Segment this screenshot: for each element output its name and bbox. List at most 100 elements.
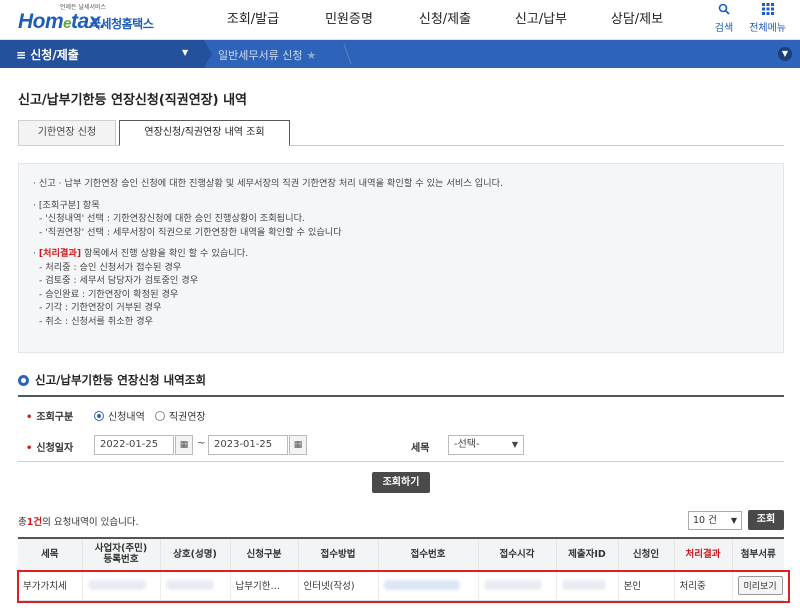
bullet-icon <box>18 374 29 386</box>
nav-apply[interactable]: 신청/제출 <box>397 0 493 40</box>
count-suffix: 의 요청내역이 있습니다. <box>42 517 139 528</box>
menu-dropdown-label: ≡ 신청/제출 <box>16 48 79 62</box>
radio-application-history[interactable] <box>94 410 104 421</box>
col-header: 사업자(주민) 등록번호 <box>81 537 160 571</box>
col-header: 신청구분 <box>229 537 298 571</box>
info-line: - 승인완료 : 기한연장이 확정된 경우 <box>39 288 179 300</box>
info-line-rest: 항목에서 진행 상황을 확인 할 수 있습니다. <box>81 248 249 259</box>
col-header: 처리결과 <box>673 537 732 571</box>
calendar-icon[interactable]: ▦ <box>175 435 193 455</box>
cell-receipt-time <box>477 570 556 601</box>
redacted-value <box>165 580 214 590</box>
date-from-input[interactable]: 2022-01-25 <box>94 435 174 455</box>
info-line: · [조회구분] 항목 <box>33 199 100 211</box>
hometax-logo[interactable]: 언제든 날세서비스 Hometax. 국세청홈택스 <box>18 2 168 36</box>
all-menu-button[interactable]: 전체메뉴 <box>749 3 786 34</box>
cell-attach: 미리보기 <box>731 570 784 601</box>
count-prefix: 총 <box>18 517 27 528</box>
col-header: 접수번호 <box>377 537 478 571</box>
page-title: 신고/납부기한등 연장신청(직권연장) 내역 <box>18 93 248 108</box>
cell-result: 처리중 <box>673 570 732 601</box>
tax-select-value: -선택- <box>454 439 480 450</box>
star-icon[interactable]: ★ <box>306 49 316 62</box>
info-line: - 취소 : 신청서를 취소한 경우 <box>39 315 153 327</box>
triangle-down-icon: ▼ <box>182 48 189 57</box>
nav-inquiry[interactable]: 조회/발급 <box>205 0 301 40</box>
col-header: 제출자ID <box>555 537 618 571</box>
info-line: - 기각 : 기한연장이 거부된 경우 <box>39 302 162 313</box>
calendar-icon[interactable]: ▦ <box>289 435 307 455</box>
col-header: 신청인 <box>617 537 674 571</box>
utility-menu: 검색 전체메뉴 <box>715 3 786 34</box>
menu-dropdown[interactable]: ≡ 신청/제출 ▼ <box>0 40 204 68</box>
section-title: 신고/납부기한등 연장신청 내역조회 <box>18 372 206 388</box>
chevron-divider <box>204 40 212 68</box>
tab-bar: 기한연장 신청 연장신청/직권연장 내역 조회 <box>18 120 784 146</box>
type-radio-group: 신청내역 직권연장 <box>94 408 206 423</box>
logo-korean: 국세청홈택스 <box>90 17 154 31</box>
info-red-label: [처리결과] <box>38 248 82 259</box>
required-mark: • <box>26 412 33 423</box>
type-label-text: 조회구분 <box>36 412 74 423</box>
chevron-down-icon: ▼ <box>511 440 518 449</box>
info-line: · [처리결과] 항목에서 진행 상황을 확인 할 수 있습니다. <box>33 248 249 259</box>
count-number: 1건 <box>26 517 43 528</box>
cell-reg-number <box>81 570 160 601</box>
breadcrumb-label: 일반세무서류 신청 <box>218 49 303 62</box>
chevron-down-icon[interactable]: ▼ <box>778 47 792 61</box>
info-line: · 신고 · 납부 기한연장 승인 신청에 대한 진행상황 및 세무서장의 직권… <box>33 178 503 189</box>
section-title-text: 신고/납부기한등 연장신청 내역조회 <box>35 373 206 387</box>
chevron-down-icon: ▼ <box>730 516 737 525</box>
nav-consult[interactable]: 상담/제보 <box>589 0 685 40</box>
inquiry-submit-button[interactable]: 조회하기 <box>372 472 430 493</box>
radio-label: 직권연장 <box>168 412 206 423</box>
page-size-select[interactable]: 10 건 ▼ <box>688 511 742 530</box>
search-form: • 조회구분 신청내역 직권연장 • 신청일자 2022-01-25 ▦ ~ 202… <box>18 395 784 462</box>
tab-history-inquiry[interactable]: 연장신청/직권연장 내역 조회 <box>119 120 290 146</box>
redacted-value <box>383 580 460 590</box>
col-header: 접수방법 <box>297 537 378 571</box>
result-table: 세목 사업자(주민) 등록번호 상호(성명) 신청구분 접수방법 접수번호 접수… <box>18 537 784 601</box>
info-line: - '신청내역' 선택 : 기한연장신청에 대한 승인 진행상황이 조회됩니다. <box>39 213 305 224</box>
info-line: - 검토중 : 세무서 담당자가 검토중인 경우 <box>39 275 199 286</box>
date-to-input[interactable]: 2023-01-25 <box>208 435 288 455</box>
breadcrumb[interactable]: 일반세무서류 신청 ★ <box>218 47 316 63</box>
tab-extension-apply[interactable]: 기한연장 신청 <box>18 120 116 146</box>
preview-button[interactable]: 미리보기 <box>737 575 783 595</box>
info-line: - 처리중 : 승인 신청서가 접수된 경우 <box>39 261 182 273</box>
all-menu-label: 전체메뉴 <box>749 23 786 34</box>
cell-method: 인터넷(작성) <box>297 570 378 601</box>
result-search-button[interactable]: 조회 <box>748 510 784 530</box>
search-button[interactable]: 검색 <box>715 3 733 34</box>
page-size-value: 10 건 <box>693 515 717 526</box>
col-header: 접수시각 <box>477 537 556 571</box>
chevron-divider-2 <box>328 44 352 64</box>
nav-certificate[interactable]: 민원증명 <box>301 0 397 40</box>
redacted-value <box>87 580 146 590</box>
top-header: 언제든 날세서비스 Hometax. 국세청홈택스 조회/발급 민원증명 신청/… <box>0 0 800 40</box>
cell-apply-type: 납부기한… <box>229 570 298 601</box>
nav-report-pay[interactable]: 신고/납부 <box>493 0 589 40</box>
type-label: • 조회구분 <box>26 408 73 423</box>
search-icon <box>718 3 730 19</box>
col-header: 상호(성명) <box>159 537 230 571</box>
col-header: 첨부서류 <box>731 537 784 571</box>
radio-ex-officio[interactable] <box>154 410 165 421</box>
cell-receipt-number <box>377 570 478 601</box>
cell-tax: 부가가치세 <box>18 570 82 601</box>
radio-label: 신청내역 <box>108 412 145 423</box>
cell-name <box>159 570 230 601</box>
date-label: • 신청일자 <box>26 439 73 454</box>
cell-applicant: 본인 <box>617 570 674 601</box>
grid-menu-icon <box>761 3 774 19</box>
table-header-row: 세목 사업자(주민) 등록번호 상호(성명) 신청구분 접수방법 접수번호 접수… <box>18 537 784 571</box>
global-nav: 조회/발급 민원증명 신청/제출 신고/납부 상담/제보 <box>205 0 685 40</box>
location-bar: ≡ 신청/제출 ▼ 일반세무서류 신청 ★ ▼ <box>0 40 800 68</box>
tax-select[interactable]: -선택- ▼ <box>448 435 524 455</box>
date-label-text: 신청일자 <box>36 443 74 454</box>
tax-label: 세목 <box>411 443 430 454</box>
redacted-value <box>561 580 606 590</box>
info-line: - '직권연장' 선택 : 세무서장이 직권으로 기한연장한 내역을 확인할 수… <box>39 226 342 238</box>
table-row[interactable]: 부가가치세 납부기한… 인터넷(작성) 본인 처리중 미리보기 <box>18 570 784 601</box>
date-separator: ~ <box>197 438 206 449</box>
